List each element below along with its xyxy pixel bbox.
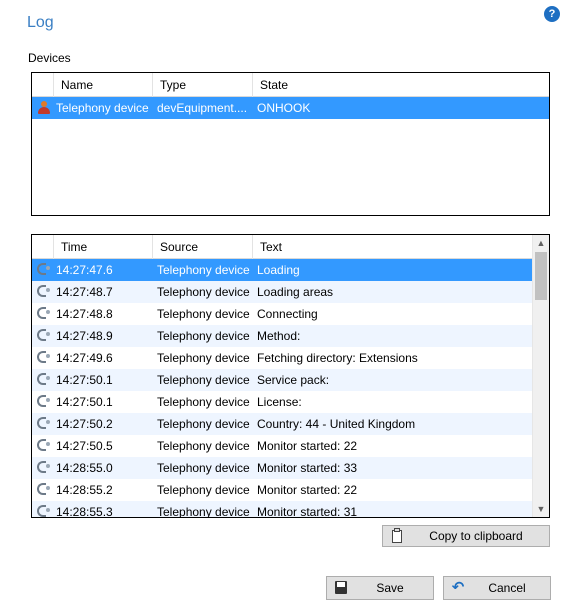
log-time: 14:28:55.0 <box>56 461 113 475</box>
log-text: Service pack: <box>257 373 330 387</box>
log-time: 14:28:55.2 <box>56 483 113 497</box>
device-row[interactable]: Telephony device devEquipment.... ONHOOK <box>32 97 549 119</box>
phone-icon <box>36 460 52 476</box>
log-source: Telephony device <box>157 483 250 497</box>
log-text: Monitor started: 22 <box>257 483 358 497</box>
column-header-name[interactable]: Name <box>54 73 153 97</box>
log-text: Method: <box>257 329 301 343</box>
log-row[interactable]: 14:27:50.2 Telephony device Country: 44 - … <box>32 413 532 435</box>
log-text: Fetching directory: Extensions <box>257 351 418 365</box>
log-row[interactable]: 14:27:50.1 Telephony device Service pack: <box>32 369 532 391</box>
phone-icon <box>36 328 52 344</box>
log-time: 14:27:50.1 <box>56 395 113 409</box>
cancel-button[interactable]: ↶ Cancel <box>443 576 551 600</box>
person-icon <box>36 100 52 116</box>
log-row[interactable]: 14:27:48.7 Telephony device Loading areas <box>32 281 532 303</box>
log-text: Country: 44 - United Kingdom <box>257 417 416 431</box>
log-source: Telephony device <box>157 461 250 475</box>
column-header-state[interactable]: State <box>253 73 549 97</box>
device-name: Telephony device <box>56 101 149 115</box>
log-time: 14:28:55.3 <box>56 505 113 518</box>
phone-icon <box>36 284 52 300</box>
log-row[interactable]: 14:27:49.6 Telephony device Fetching direc… <box>32 347 532 369</box>
log-time: 14:27:50.5 <box>56 439 113 453</box>
scroll-up-icon[interactable]: ▲ <box>533 235 549 251</box>
phone-icon <box>36 262 52 278</box>
scroll-thumb[interactable] <box>535 252 547 300</box>
phone-icon <box>36 394 52 410</box>
save-icon <box>333 580 349 596</box>
clipboard-icon <box>389 528 405 544</box>
column-header-source[interactable]: Source <box>153 235 253 259</box>
log-row[interactable]: 14:27:48.8 Telephony device Connecting <box>32 303 532 325</box>
column-header-time[interactable]: Time <box>54 235 153 259</box>
log-list[interactable]: Time Source Text 14:27:47.6 Telephony dev… <box>31 234 550 518</box>
save-button[interactable]: Save <box>326 576 434 600</box>
phone-icon <box>36 306 52 322</box>
log-row[interactable]: 14:27:50.1 Telephony device License: <box>32 391 532 413</box>
copy-to-clipboard-button[interactable]: Copy to clipboard <box>382 525 550 547</box>
log-time: 14:27:50.1 <box>56 373 113 387</box>
phone-icon <box>36 416 52 432</box>
log-time: 14:27:48.9 <box>56 329 113 343</box>
scroll-down-icon[interactable]: ▼ <box>533 501 549 517</box>
icon-column-header[interactable] <box>32 73 54 97</box>
phone-icon <box>36 372 52 388</box>
log-row[interactable]: 14:27:47.6 Telephony device Loading <box>32 259 532 281</box>
device-type: devEquipment.... <box>157 101 248 115</box>
log-text: License: <box>257 395 302 409</box>
log-text: Loading <box>257 263 300 277</box>
cancel-icon: ↶ <box>451 579 465 596</box>
log-header: Time Source Text <box>32 235 532 259</box>
phone-icon <box>36 350 52 366</box>
log-source: Telephony device <box>157 439 250 453</box>
page-title: Log <box>27 14 54 31</box>
column-header-text[interactable]: Text <box>253 235 533 259</box>
icon-column-header[interactable] <box>32 235 54 259</box>
phone-icon <box>36 438 52 454</box>
log-row[interactable]: 14:28:55.2 Telephony device Monitor starte… <box>32 479 532 501</box>
log-row[interactable]: 14:27:50.5 Telephony device Monitor starte… <box>32 435 532 457</box>
log-source: Telephony device <box>157 285 250 299</box>
phone-icon <box>36 504 52 517</box>
devices-list[interactable]: Name Type State Telephony device devEqui… <box>31 72 550 216</box>
log-text: Monitor started: 33 <box>257 461 358 475</box>
log-source: Telephony device <box>157 395 250 409</box>
log-source: Telephony device <box>157 307 250 321</box>
log-source: Telephony device <box>157 505 250 518</box>
log-time: 14:27:50.2 <box>56 417 113 431</box>
log-source: Telephony device <box>157 263 250 277</box>
log-time: 14:27:48.7 <box>56 285 113 299</box>
phone-icon <box>36 482 52 498</box>
devices-label: Devices <box>28 51 71 65</box>
log-text: Connecting <box>257 307 318 321</box>
log-text: Monitor started: 31 <box>257 505 358 518</box>
log-time: 14:27:48.8 <box>56 307 113 321</box>
help-icon[interactable]: ? <box>544 6 560 22</box>
devices-header: Name Type State <box>32 73 549 97</box>
log-text: Loading areas <box>257 285 334 299</box>
device-state: ONHOOK <box>257 101 311 115</box>
log-time: 14:27:47.6 <box>56 263 113 277</box>
log-row[interactable]: 14:28:55.0 Telephony device Monitor starte… <box>32 457 532 479</box>
log-source: Telephony device <box>157 417 250 431</box>
log-time: 14:27:49.6 <box>56 351 113 365</box>
log-row[interactable]: 14:28:55.3 Telephony device Monitor starte… <box>32 501 532 518</box>
column-header-type[interactable]: Type <box>153 73 253 97</box>
log-source: Telephony device <box>157 351 250 365</box>
log-source: Telephony device <box>157 329 250 343</box>
log-source: Telephony device <box>157 373 250 387</box>
log-text: Monitor started: 22 <box>257 439 358 453</box>
log-scrollbar[interactable]: ▲ ▼ <box>532 235 549 517</box>
log-row[interactable]: 14:27:48.9 Telephony device Method: <box>32 325 532 347</box>
